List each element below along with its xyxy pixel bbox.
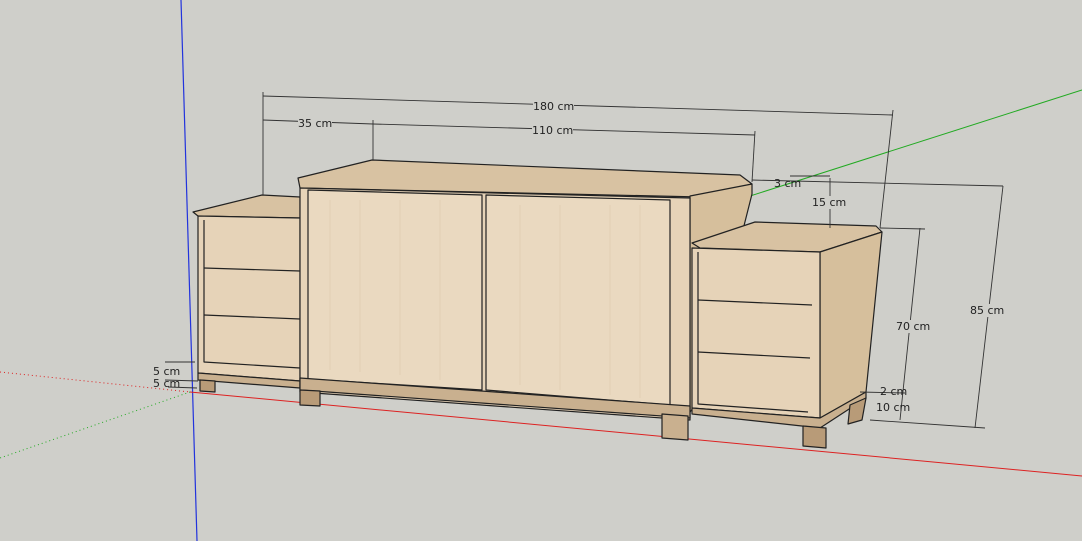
dim-side-width[interactable]: 35 cm: [298, 117, 333, 130]
dim-height-diff[interactable]: 15 cm: [812, 196, 847, 209]
model-canvas[interactable]: [0, 0, 1082, 541]
dim-side-height[interactable]: 70 cm: [896, 320, 931, 333]
sketchup-viewport[interactable]: 180 cm 35 cm 110 cm 3 cm 15 cm 70 cm 85 …: [0, 0, 1082, 541]
dim-total-height[interactable]: 85 cm: [970, 304, 1005, 317]
y-axis: [699, 89, 1082, 213]
z-axis: [180, 0, 198, 541]
y-axis-neg: [0, 391, 191, 459]
dim-leg-height[interactable]: 10 cm: [876, 401, 910, 414]
left-door[interactable]: [307, 189, 483, 391]
center-cabinet[interactable]: [297, 159, 753, 441]
right-door[interactable]: [485, 194, 671, 406]
dim-plinth-gap[interactable]: 2 cm: [880, 385, 907, 398]
dim-total-width[interactable]: 180 cm: [533, 100, 575, 113]
left-drawer-unit[interactable]: [192, 194, 301, 393]
dim-center-width[interactable]: 110 cm: [532, 124, 574, 137]
dim-left-b[interactable]: 5 cm: [153, 377, 180, 390]
dim-offset[interactable]: 3 cm: [774, 177, 801, 190]
right-drawer-unit[interactable]: [691, 221, 883, 449]
